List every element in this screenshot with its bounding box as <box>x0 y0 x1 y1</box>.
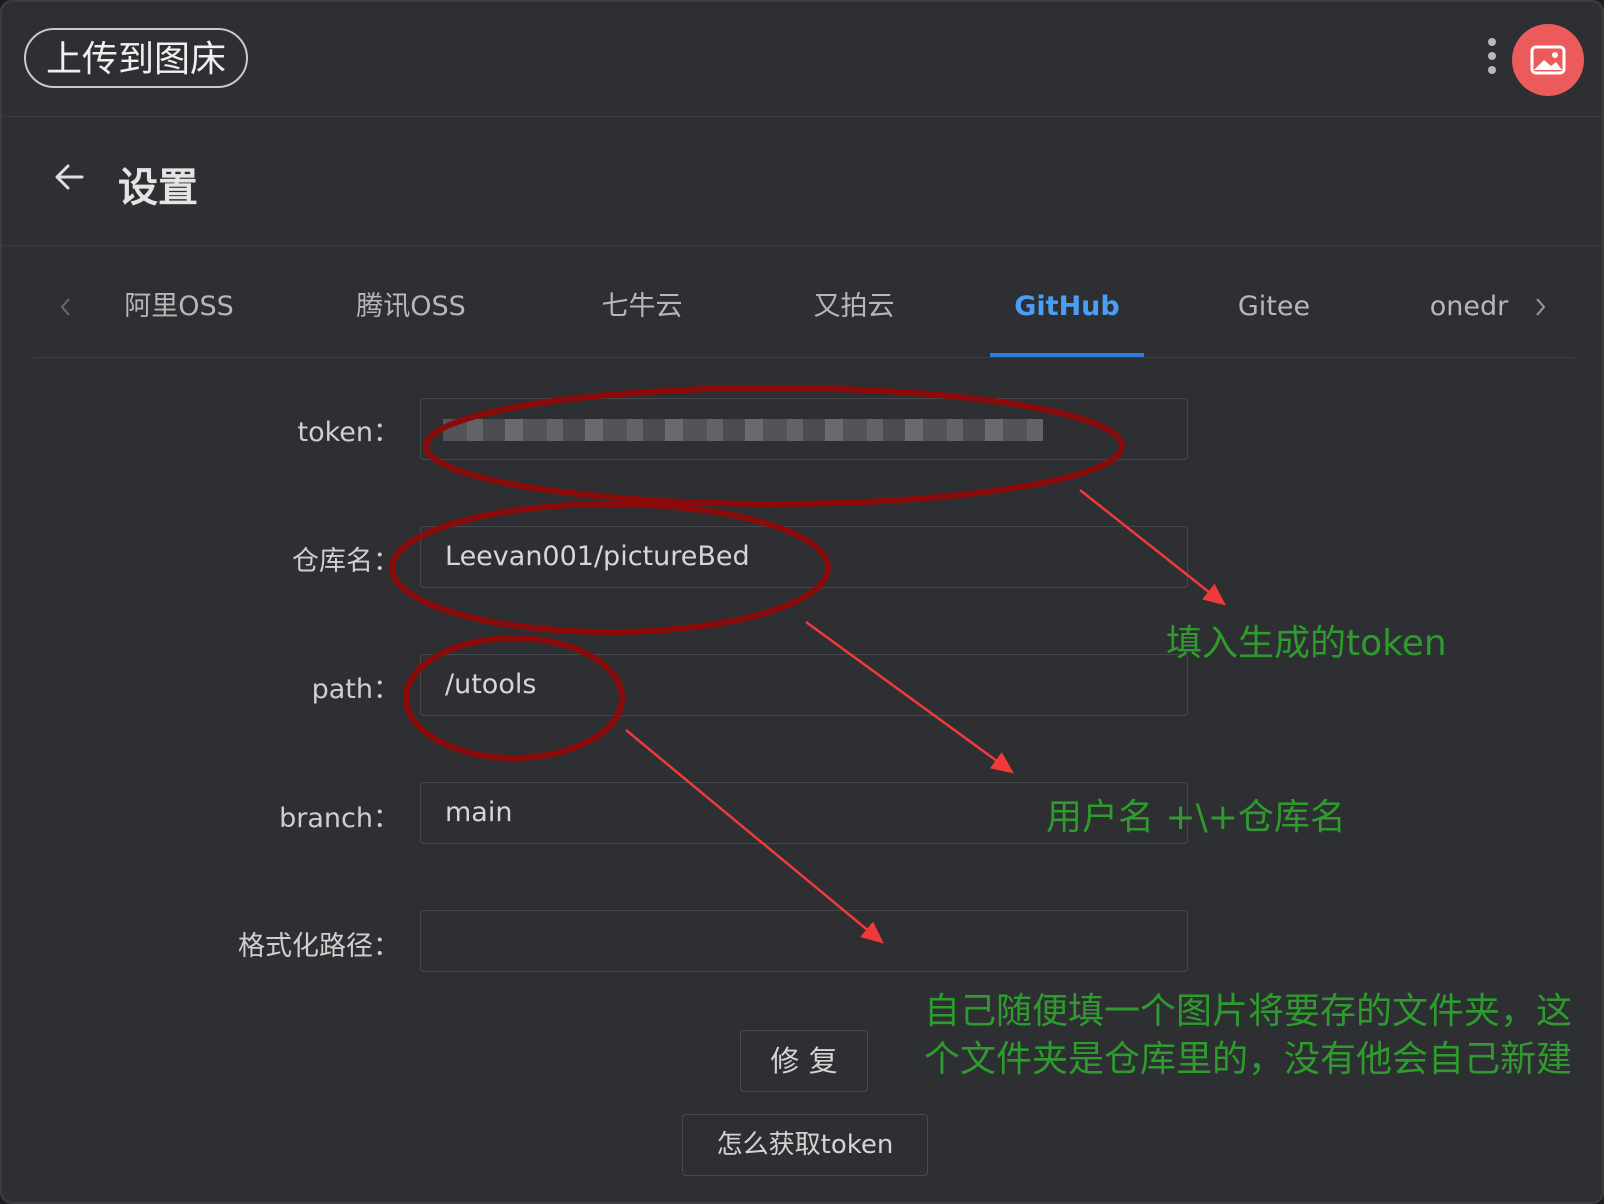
repo-highlight-circle <box>389 501 831 635</box>
path-arrow <box>625 729 884 944</box>
path-annotation-line1: 自己随便填一个图片将要存的文件夹，这 <box>924 991 1573 1032</box>
token-highlight-circle <box>423 385 1125 507</box>
token-annotation: 填入生成的token <box>1166 623 1447 664</box>
path-highlight-circle <box>403 635 625 761</box>
path-annotation-line2: 个文件夹是仓库里的，没有他会自己新建 <box>924 1039 1573 1080</box>
app-window: 上传到图床 设置 阿里OSS 腾讯OSS 七牛云 又拍云 GitHub Gite… <box>0 0 1604 1204</box>
token-arrow <box>1079 489 1226 606</box>
repo-annotation: 用户名 +\+仓库名 <box>1046 797 1346 838</box>
repo-arrow <box>805 620 1015 774</box>
